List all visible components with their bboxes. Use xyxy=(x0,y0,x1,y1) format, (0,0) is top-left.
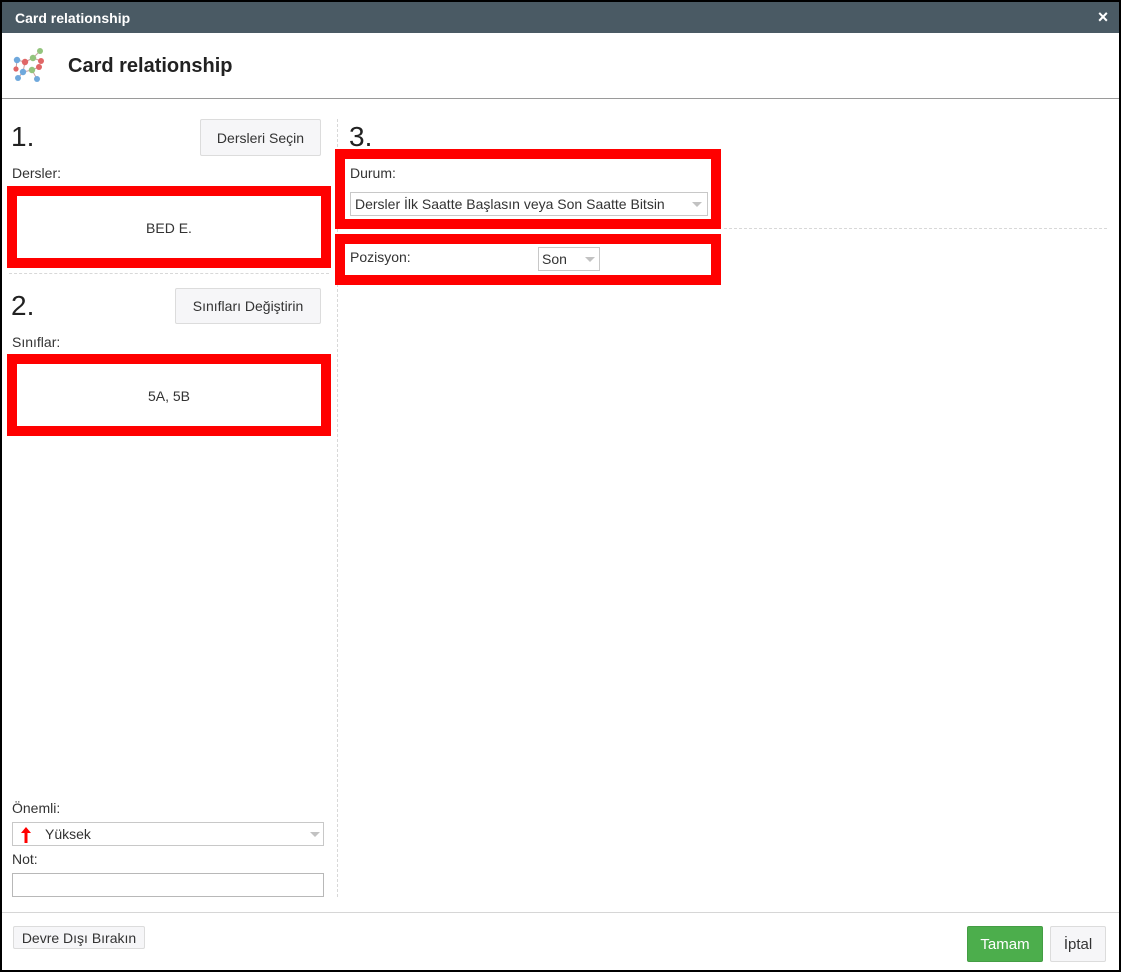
lessons-box[interactable]: BED E. xyxy=(7,186,331,268)
step-2-number: 2. xyxy=(11,290,35,321)
dialog-header: Card relationship xyxy=(2,33,1119,99)
lessons-label: Dersler: xyxy=(12,165,62,181)
header-title: Card relationship xyxy=(68,55,233,77)
condition-label: Durum: xyxy=(350,165,396,181)
note-label: Not: xyxy=(12,851,38,867)
network-graph-icon xyxy=(13,48,44,82)
card-relationship-dialog: Card relationship × Card relationship 1.… xyxy=(2,2,1119,970)
title-bar: Card relationship × xyxy=(2,2,1119,33)
chevron-down-icon xyxy=(585,257,595,262)
section-divider-right xyxy=(724,228,1107,229)
step-1-number: 1. xyxy=(11,121,35,152)
disable-button[interactable]: Devre Dışı Bırakın xyxy=(13,926,145,949)
classes-value: 5A, 5B xyxy=(147,388,191,404)
importance-value: Yüksek xyxy=(45,826,91,842)
select-lessons-button[interactable]: Dersleri Seçin xyxy=(200,119,321,156)
red-up-arrow-icon xyxy=(21,827,31,843)
change-classes-button[interactable]: Sınıfları Değiştirin xyxy=(175,288,321,324)
position-label: Pozisyon: xyxy=(350,249,411,265)
classes-box[interactable]: 5A, 5B xyxy=(7,354,331,436)
position-select-value: Son xyxy=(542,251,567,267)
footer-divider xyxy=(2,912,1119,913)
position-box: Pozisyon: Son xyxy=(335,234,721,285)
note-input[interactable] xyxy=(12,873,324,897)
chevron-down-icon xyxy=(692,202,702,207)
section-divider xyxy=(9,273,329,274)
ok-button[interactable]: Tamam xyxy=(967,926,1043,962)
close-icon[interactable]: × xyxy=(1093,6,1113,28)
window-title: Card relationship xyxy=(15,10,131,26)
importance-label: Önemli: xyxy=(12,800,61,816)
importance-select[interactable]: Yüksek xyxy=(12,822,324,846)
classes-label: Sınıflar: xyxy=(12,334,61,350)
position-select[interactable]: Son xyxy=(538,247,600,271)
condition-select-value: Dersler İlk Saatte Başlasın veya Son Saa… xyxy=(355,196,665,212)
condition-select[interactable]: Dersler İlk Saatte Başlasın veya Son Saa… xyxy=(350,192,708,216)
lessons-value: BED E. xyxy=(146,220,192,236)
condition-box: Durum: Dersler İlk Saatte Başlasın veya … xyxy=(335,149,721,229)
chevron-down-icon xyxy=(310,832,320,837)
cancel-button[interactable]: İptal xyxy=(1050,926,1106,962)
